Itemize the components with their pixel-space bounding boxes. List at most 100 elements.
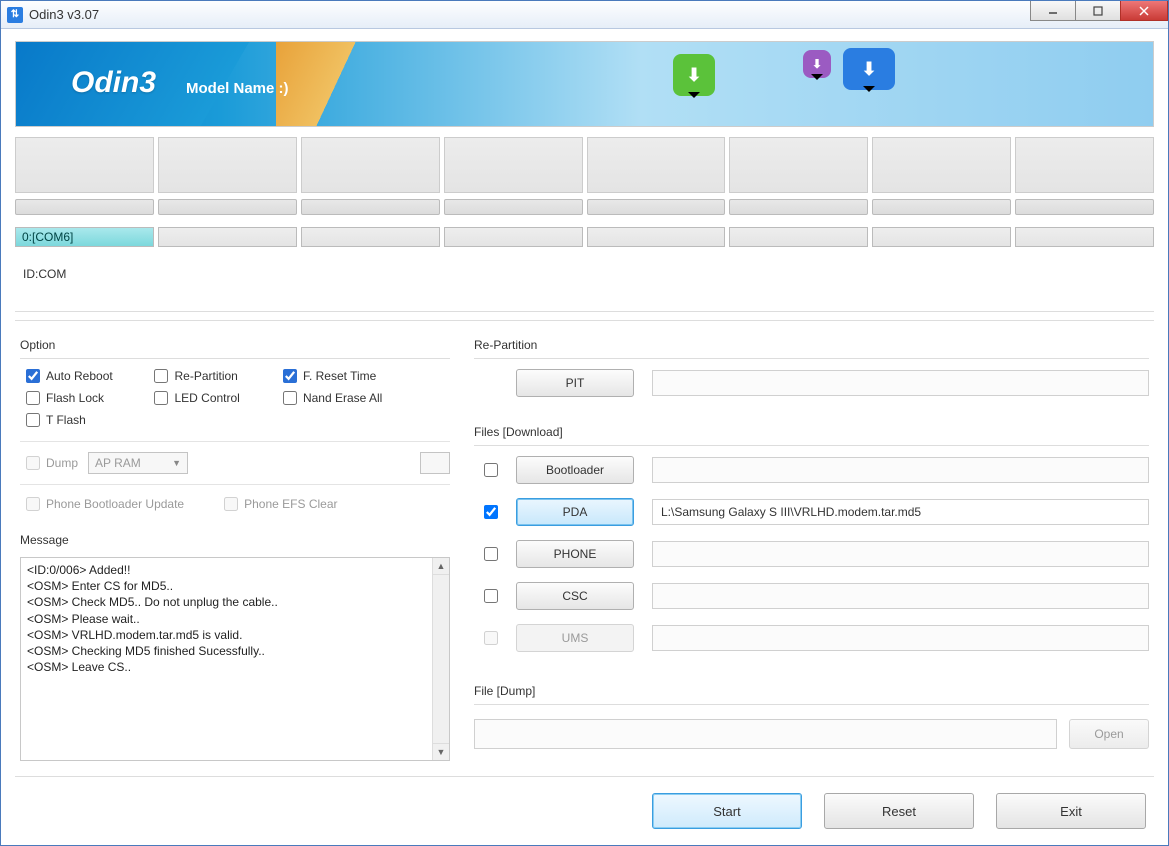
pda-checkbox[interactable] bbox=[484, 505, 498, 519]
phone-path[interactable] bbox=[652, 541, 1149, 567]
t-flash-checkbox[interactable]: T Flash bbox=[26, 413, 154, 427]
message-box[interactable]: <ID:0/006> Added!!<OSM> Enter CS for MD5… bbox=[20, 557, 450, 761]
dump-smallbox[interactable] bbox=[420, 452, 450, 474]
re-partition-checkbox[interactable]: Re-Partition bbox=[154, 369, 282, 383]
file-dump-group: File [Dump] Open bbox=[469, 673, 1154, 760]
status-cell bbox=[587, 137, 726, 193]
pda-path[interactable]: L:\Samsung Galaxy S III\VRLHD.modem.tar.… bbox=[652, 499, 1149, 525]
progress-cell bbox=[1015, 199, 1154, 215]
led-control-label: LED Control bbox=[174, 391, 239, 405]
option-group: Option Auto Reboot Re-Partition F. Reset T… bbox=[15, 327, 455, 522]
reset-button[interactable]: Reset bbox=[824, 793, 974, 829]
phone-efs-label: Phone EFS Clear bbox=[244, 497, 337, 511]
dump-label: Dump bbox=[46, 456, 78, 470]
status-cell bbox=[15, 137, 154, 193]
file-dump-label: File [Dump] bbox=[474, 682, 1149, 704]
window-title: Odin3 v3.07 bbox=[29, 7, 99, 22]
com-port-cell[interactable] bbox=[729, 227, 868, 247]
action-row: Start Reset Exit bbox=[15, 779, 1154, 833]
phone-checkbox[interactable] bbox=[484, 547, 498, 561]
status-cell bbox=[872, 137, 1011, 193]
files-label: Files [Download] bbox=[474, 423, 1149, 445]
scroll-down-icon[interactable]: ▼ bbox=[433, 743, 449, 760]
message-group: Message <ID:0/006> Added!!<OSM> Enter CS… bbox=[15, 522, 455, 768]
progress-cell bbox=[444, 199, 583, 215]
bootloader-path[interactable] bbox=[652, 457, 1149, 483]
f-reset-time-label: F. Reset Time bbox=[303, 369, 376, 383]
app-icon bbox=[7, 7, 23, 23]
message-line: <OSM> Leave CS.. bbox=[27, 659, 443, 675]
com-port-cell[interactable]: 0:[COM6] bbox=[15, 227, 154, 247]
phone-efs-checkbox[interactable]: Phone EFS Clear bbox=[224, 497, 337, 511]
progress-cell bbox=[872, 199, 1011, 215]
com-port-cell[interactable] bbox=[587, 227, 726, 247]
file-row-bootloader: Bootloader bbox=[474, 456, 1149, 484]
com-port-cell[interactable] bbox=[301, 227, 440, 247]
ums-path[interactable] bbox=[652, 625, 1149, 651]
com-port-row: 0:[COM6] bbox=[15, 227, 1154, 247]
com-port-cell[interactable] bbox=[158, 227, 297, 247]
pit-button[interactable]: PIT bbox=[516, 369, 634, 397]
exit-button[interactable]: Exit bbox=[996, 793, 1146, 829]
auto-reboot-checkbox[interactable]: Auto Reboot bbox=[26, 369, 154, 383]
message-line: <ID:0/006> Added!! bbox=[27, 562, 443, 578]
maximize-button[interactable] bbox=[1075, 1, 1121, 21]
message-line: <OSM> Check MD5.. Do not unplug the cabl… bbox=[27, 594, 443, 610]
csc-checkbox[interactable] bbox=[484, 589, 498, 603]
file-row-phone: PHONE bbox=[474, 540, 1149, 568]
progress-cell bbox=[729, 199, 868, 215]
minimize-button[interactable] bbox=[1030, 1, 1076, 21]
com-port-cell[interactable] bbox=[872, 227, 1011, 247]
com-port-cell[interactable] bbox=[1015, 227, 1154, 247]
status-cell bbox=[158, 137, 297, 193]
window-controls bbox=[1031, 1, 1168, 21]
com-port-cell[interactable] bbox=[444, 227, 583, 247]
titlebar[interactable]: Odin3 v3.07 bbox=[1, 1, 1168, 29]
led-control-checkbox[interactable]: LED Control bbox=[154, 391, 282, 405]
ums-checkbox[interactable] bbox=[484, 631, 498, 645]
ums-button: UMS bbox=[516, 624, 634, 652]
file-row-ums: UMS bbox=[474, 624, 1149, 652]
scroll-up-icon[interactable]: ▲ bbox=[433, 558, 449, 575]
files-group: Files [Download] Bootloader PDA L:\Samsung… bbox=[469, 414, 1154, 673]
dump-checkbox-input[interactable] bbox=[26, 456, 40, 470]
phone-button[interactable]: PHONE bbox=[516, 540, 634, 568]
csc-button[interactable]: CSC bbox=[516, 582, 634, 610]
download-pin-icon: ⬇ bbox=[803, 50, 831, 78]
scrollbar[interactable]: ▲ ▼ bbox=[432, 558, 449, 760]
auto-reboot-label: Auto Reboot bbox=[46, 369, 113, 383]
file-row-csc: CSC bbox=[474, 582, 1149, 610]
progress-row bbox=[15, 199, 1154, 215]
start-button[interactable]: Start bbox=[652, 793, 802, 829]
flash-lock-checkbox[interactable]: Flash Lock bbox=[26, 391, 154, 405]
phone-bootloader-label: Phone Bootloader Update bbox=[46, 497, 184, 511]
dump-checkbox[interactable]: Dump bbox=[26, 456, 78, 470]
status-cell bbox=[444, 137, 583, 193]
message-line: <OSM> Please wait.. bbox=[27, 611, 443, 627]
nand-erase-label: Nand Erase All bbox=[303, 391, 382, 405]
f-reset-time-checkbox[interactable]: F. Reset Time bbox=[283, 369, 450, 383]
status-cell bbox=[301, 137, 440, 193]
file-dump-path[interactable] bbox=[474, 719, 1057, 749]
message-line: <OSM> Enter CS for MD5.. bbox=[27, 578, 443, 594]
nand-erase-checkbox[interactable]: Nand Erase All bbox=[283, 391, 450, 405]
csc-path[interactable] bbox=[652, 583, 1149, 609]
banner-subtitle: Model Name :) bbox=[186, 80, 289, 97]
re-partition-label: Re-Partition bbox=[174, 369, 237, 383]
dump-combo[interactable]: AP RAM ▼ bbox=[88, 452, 188, 474]
bootloader-button[interactable]: Bootloader bbox=[516, 456, 634, 484]
progress-cell bbox=[587, 199, 726, 215]
banner-product: Odin3 bbox=[71, 66, 156, 100]
idcom-label: ID:COM bbox=[15, 257, 1154, 312]
repartition-group: Re-Partition PIT bbox=[469, 327, 1154, 414]
progress-cell bbox=[158, 199, 297, 215]
bootloader-checkbox[interactable] bbox=[484, 463, 498, 477]
phone-bootloader-checkbox[interactable]: Phone Bootloader Update bbox=[26, 497, 184, 511]
close-button[interactable] bbox=[1120, 1, 1168, 21]
download-pin-icon: ⬇ bbox=[843, 48, 895, 90]
pit-path[interactable] bbox=[652, 370, 1149, 396]
pda-button[interactable]: PDA bbox=[516, 498, 634, 526]
open-button[interactable]: Open bbox=[1069, 719, 1149, 749]
option-label: Option bbox=[20, 336, 450, 358]
message-content: <ID:0/006> Added!!<OSM> Enter CS for MD5… bbox=[21, 558, 449, 679]
